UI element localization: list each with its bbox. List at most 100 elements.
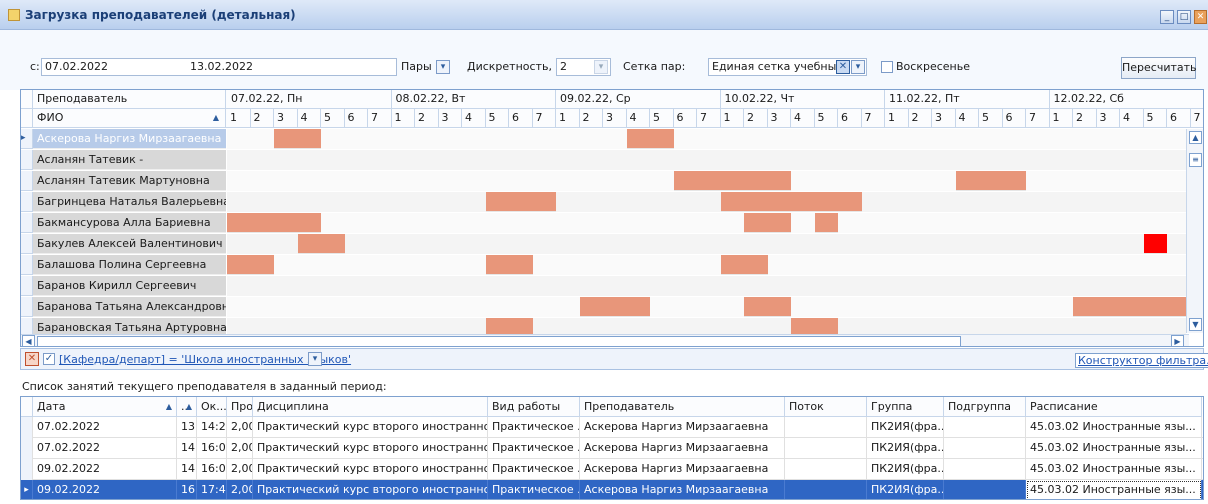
fio-header[interactable]: ФИО ▲ xyxy=(33,109,226,128)
scroll-left-icon[interactable]: ◀ xyxy=(22,335,35,346)
scroll-thumb[interactable]: ≡ xyxy=(1189,153,1202,167)
busy-slot-cell[interactable] xyxy=(297,129,321,149)
table-cell[interactable]: Аскерова Наргиз Мирзаагаевна xyxy=(580,459,785,480)
busy-slot-cell[interactable] xyxy=(720,171,744,191)
busy-slot-cell[interactable] xyxy=(321,234,345,254)
busy-slot-cell[interactable] xyxy=(720,192,744,212)
table-cell[interactable]: ПК2ИЯ(фра... xyxy=(867,480,944,499)
table-cell[interactable] xyxy=(785,480,867,499)
busy-slot-cell[interactable] xyxy=(720,255,744,275)
table-cell[interactable]: 16:00 xyxy=(197,459,227,480)
busy-slot-cell[interactable] xyxy=(697,171,721,191)
table-cell[interactable]: Аскерова Наргиз Мирзаагаевна xyxy=(580,438,785,459)
table-cell[interactable]: 2,00 xyxy=(227,459,253,480)
column-header[interactable]: Вид работы xyxy=(488,397,580,417)
table-row[interactable]: ▸09.02.202216:2017:402,00Практический ку… xyxy=(21,480,1203,499)
busy-slot-cell[interactable] xyxy=(274,213,298,233)
mode-dropdown-button[interactable]: ▾ xyxy=(436,60,450,74)
table-cell[interactable]: Практическое ... xyxy=(488,417,580,438)
busy-slot-cell[interactable] xyxy=(227,213,251,233)
row-indicator[interactable] xyxy=(21,192,33,212)
table-cell[interactable] xyxy=(944,438,1026,459)
column-header[interactable]: Расписание xyxy=(1026,397,1202,417)
date-from-value[interactable]: 07.02.2022 xyxy=(45,60,108,73)
busy-slot-cell[interactable] xyxy=(485,192,509,212)
column-header[interactable]: Ок... xyxy=(197,397,227,417)
table-cell[interactable]: 07.02.2022 xyxy=(33,417,177,438)
busy-slot-cell[interactable] xyxy=(767,171,791,191)
busy-slot-cell[interactable] xyxy=(767,297,791,317)
row-indicator[interactable] xyxy=(21,318,33,334)
row-indicator[interactable] xyxy=(21,438,33,459)
vertical-scrollbar[interactable]: ▲ ≡ ▼ xyxy=(1186,129,1203,333)
busy-slot-cell[interactable] xyxy=(274,129,298,149)
column-header[interactable]: ... ▲ xyxy=(177,397,197,417)
row-indicator[interactable] xyxy=(21,171,33,191)
date-range-input[interactable]: 07.02.2022 13.02.2022 xyxy=(41,58,397,76)
busy-slot-cell[interactable] xyxy=(1096,297,1120,317)
row-indicator[interactable]: ▸ xyxy=(21,129,33,149)
table-cell[interactable]: 14:20 xyxy=(197,417,227,438)
table-cell[interactable]: 45.03.02 Иностранные язы... xyxy=(1026,480,1202,499)
table-cell[interactable]: 2,00 xyxy=(227,417,253,438)
scroll-down-icon[interactable]: ▼ xyxy=(1189,318,1202,331)
busy-slot-cell[interactable] xyxy=(579,297,603,317)
conflict-slot-cell[interactable] xyxy=(1143,234,1167,254)
row-indicator[interactable] xyxy=(21,234,33,254)
row-indicator[interactable] xyxy=(21,276,33,296)
table-cell[interactable]: ПК2ИЯ(фра... xyxy=(867,417,944,438)
busy-slot-cell[interactable] xyxy=(1143,297,1167,317)
busy-slot-cell[interactable] xyxy=(955,171,979,191)
maximize-button[interactable]: □ xyxy=(1177,10,1191,24)
row-indicator[interactable] xyxy=(21,255,33,275)
busy-slot-cell[interactable] xyxy=(626,129,650,149)
table-row[interactable]: 09.02.202214:4016:002,00Практический кур… xyxy=(21,459,1203,480)
busy-slot-cell[interactable] xyxy=(626,297,650,317)
column-header[interactable]: Дата ▲ xyxy=(33,397,177,417)
recalculate-button[interactable]: Пересчитать xyxy=(1121,57,1197,79)
busy-slot-cell[interactable] xyxy=(744,255,768,275)
column-header[interactable]: Про... xyxy=(227,397,253,417)
row-indicator[interactable] xyxy=(21,417,33,438)
busy-slot-cell[interactable] xyxy=(1073,297,1097,317)
column-header[interactable]: Поток xyxy=(785,397,867,417)
busy-slot-cell[interactable] xyxy=(744,171,768,191)
table-cell[interactable]: Аскерова Наргиз Мирзаагаевна xyxy=(580,417,785,438)
busy-slot-cell[interactable] xyxy=(814,192,838,212)
teacher-name-cell[interactable]: Барановская Татьяна Артуровна xyxy=(33,318,226,334)
close-button[interactable]: ✕ xyxy=(1194,10,1207,24)
busy-slot-cell[interactable] xyxy=(250,255,274,275)
teacher-name-cell[interactable]: Баранов Кирилл Сергеевич xyxy=(33,276,226,296)
teacher-name-cell[interactable]: Бакмансурова Алла Бариевна xyxy=(33,213,226,233)
table-cell[interactable]: Практическое ... xyxy=(488,480,580,499)
table-cell[interactable]: Аскерова Наргиз Мирзаагаевна xyxy=(580,480,785,499)
busy-slot-cell[interactable] xyxy=(767,213,791,233)
table-cell[interactable]: 14:40 xyxy=(177,438,197,459)
busy-slot-cell[interactable] xyxy=(744,213,768,233)
busy-slot-cell[interactable] xyxy=(250,213,274,233)
minimize-button[interactable]: _ xyxy=(1160,10,1174,24)
teacher-name-cell[interactable]: Аскерова Наргиз Мирзаагаевна xyxy=(33,129,226,149)
busy-slot-cell[interactable] xyxy=(509,255,533,275)
column-header[interactable]: Группа xyxy=(867,397,944,417)
row-indicator[interactable] xyxy=(21,213,33,233)
table-cell[interactable]: 13:00 xyxy=(177,417,197,438)
table-cell[interactable]: 09.02.2022 xyxy=(33,480,177,499)
busy-slot-cell[interactable] xyxy=(767,192,791,212)
table-cell[interactable] xyxy=(944,459,1026,480)
table-cell[interactable]: 16:20 xyxy=(177,480,197,499)
horizontal-scrollbar[interactable]: ◀ ▶ xyxy=(21,334,1189,346)
table-cell[interactable]: Практический курс второго иностранного..… xyxy=(253,459,488,480)
busy-slot-cell[interactable] xyxy=(791,192,815,212)
row-indicator[interactable] xyxy=(21,150,33,170)
busy-slot-cell[interactable] xyxy=(814,318,838,334)
date-to-value[interactable]: 13.02.2022 xyxy=(190,60,253,73)
table-cell[interactable]: 09.02.2022 xyxy=(33,459,177,480)
column-header[interactable]: Дисциплина xyxy=(253,397,488,417)
table-cell[interactable]: Практическое ... xyxy=(488,438,580,459)
busy-slot-cell[interactable] xyxy=(814,213,838,233)
table-cell[interactable]: 07.02.2022 xyxy=(33,438,177,459)
busy-slot-cell[interactable] xyxy=(603,297,627,317)
busy-slot-cell[interactable] xyxy=(1002,171,1026,191)
table-cell[interactable] xyxy=(785,438,867,459)
